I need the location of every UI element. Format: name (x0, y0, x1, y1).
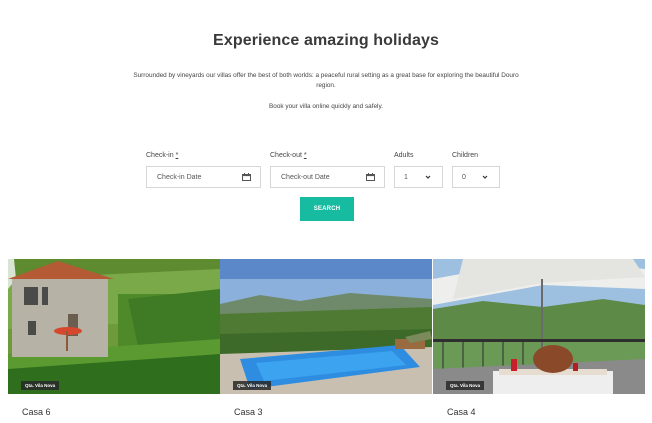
villa-photo[interactable]: Qta. Vila Nova (8, 259, 220, 394)
intro-description: Surrounded by vineyards our villas offer… (133, 72, 519, 89)
calendar-icon (242, 173, 251, 181)
adults-value: 1 (404, 173, 408, 181)
checkout-label-text: Check-out (270, 152, 302, 159)
adults-select[interactable]: 1 (394, 166, 443, 188)
adults-label: Adults (394, 152, 414, 159)
villa-photo[interactable]: Qta. Vila Nova (433, 259, 645, 394)
villa-photo[interactable]: Qta. Vila Nova (220, 259, 432, 394)
villa-card[interactable]: Qta. Vila Nova Casa 3 (220, 259, 432, 417)
location-tag: Qta. Vila Nova (21, 381, 60, 390)
checkout-label: Check-out * (270, 152, 307, 159)
intro-subtitle: Book your villa online quickly and safel… (269, 103, 383, 110)
children-label: Children (452, 152, 479, 159)
chevron-down-icon (481, 173, 489, 181)
villa-card[interactable]: Qta. Vila Nova Casa 6 (8, 259, 220, 417)
checkin-required-mark: * (175, 152, 179, 159)
calendar-icon (366, 173, 375, 181)
page-title: Experience amazing holidays (213, 32, 439, 49)
location-tag: Qta. Vila Nova (446, 381, 485, 390)
chevron-down-icon (424, 173, 432, 181)
checkin-placeholder: Check-in Date (157, 173, 202, 181)
villa-name[interactable]: Casa 4 (447, 407, 645, 417)
villa-name[interactable]: Casa 3 (234, 407, 432, 417)
search-button[interactable]: SEARCH (300, 197, 354, 221)
location-tag: Qta. Vila Nova (233, 381, 272, 390)
checkin-field[interactable]: Check-in Date (146, 166, 261, 188)
checkin-label: Check-in * (146, 152, 178, 159)
children-select[interactable]: 0 (452, 166, 500, 188)
children-value: 0 (462, 173, 466, 181)
villa-card[interactable]: Qta. Vila Nova Casa 4 (433, 259, 645, 417)
checkout-required-mark: * (303, 152, 307, 159)
checkout-field[interactable]: Check-out Date (270, 166, 385, 188)
villa-name[interactable]: Casa 6 (22, 407, 220, 417)
checkout-placeholder: Check-out Date (281, 173, 330, 181)
checkin-label-text: Check-in (146, 152, 174, 159)
